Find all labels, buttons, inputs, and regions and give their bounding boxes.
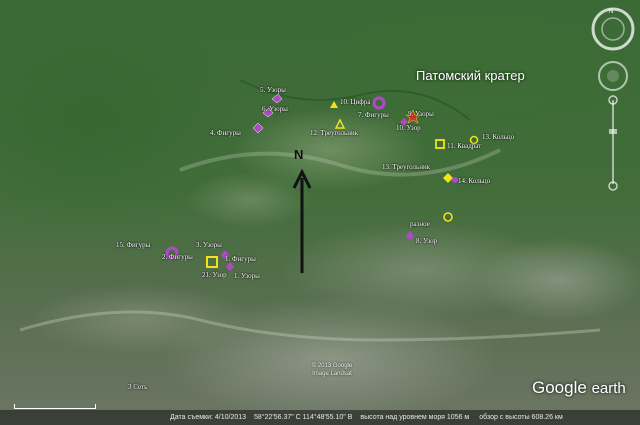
marker-label: 14. Кольцо — [458, 177, 491, 185]
marker-yellow-ring[interactable] — [443, 212, 453, 222]
elevation: высота над уровнем моря 1056 м — [360, 414, 470, 421]
status-bar: Дата съемки: 4/10/2013 58°22'56.37" С 11… — [0, 410, 640, 425]
marker-label: 7. Фигуры — [358, 111, 389, 119]
marker-label: 4. Фигуры — [210, 129, 241, 137]
marker-label: 8. Узор — [416, 237, 438, 245]
marker-label: 11. Квадрат — [447, 142, 482, 150]
logo-earth: earth — [591, 380, 626, 397]
marker-purple-ring[interactable] — [372, 96, 386, 110]
marker-label: 3. Узоры — [196, 241, 222, 249]
marker-yellow-diamond[interactable] — [443, 173, 453, 183]
marker-yellow-triangle[interactable] — [334, 118, 346, 129]
marker-purple[interactable] — [226, 262, 234, 271]
marker-label: 1. Фигуры — [225, 255, 256, 263]
svg-text:N: N — [609, 9, 613, 15]
marker-label: 10. Узор — [396, 124, 421, 132]
satellite-map[interactable]: Патомский кратер N 5. Узоры 6. Узоры 4. … — [0, 0, 640, 425]
marker-label: 6. Узоры — [262, 105, 288, 113]
look-around-icon[interactable]: N — [591, 7, 635, 51]
marker-purple[interactable] — [271, 93, 283, 104]
marker-label: 2. Фигуры — [162, 253, 193, 261]
marker-yellow-square[interactable] — [435, 139, 445, 149]
eye-altitude: обзор с высоты 608.26 км — [479, 414, 563, 421]
image-copyright: © 2013 Google Image Landsat — [311, 363, 353, 377]
marker-label: 1. Узоры — [234, 272, 260, 280]
marker-label: 9. Узоры — [408, 110, 434, 118]
marker-label: 15. Фигуры — [116, 241, 151, 249]
marker-label: разное — [410, 220, 430, 228]
marker-label: 5. Узоры — [260, 86, 286, 94]
imagery-date: Дата съемки: 4/10/2013 — [170, 414, 247, 421]
marker-label: 13. Кольцо — [482, 133, 515, 141]
coordinates: 58°22'56.37" С 114°48'55.10" В — [254, 414, 353, 421]
marker-purple[interactable] — [406, 231, 414, 241]
google-earth-logo: Google earth — [532, 378, 626, 398]
move-icon[interactable] — [598, 61, 628, 91]
marker-label: 10. Цифра — [340, 98, 371, 106]
zoom-slider-icon[interactable] — [608, 95, 618, 191]
marker-yellow-square[interactable] — [206, 256, 218, 268]
region-label: 3 Сеть — [128, 383, 148, 391]
marker-label: 12. Треугольник — [310, 129, 359, 137]
marker-label: 21. Узор — [202, 271, 227, 279]
logo-google: Google — [532, 378, 587, 397]
navigation-controls: N — [591, 7, 635, 191]
marker-yellow-triangle[interactable] — [330, 101, 338, 108]
marker-purple[interactable] — [252, 122, 264, 134]
scale-bar — [14, 404, 96, 409]
marker-label: 13. Треугольник — [382, 163, 431, 171]
